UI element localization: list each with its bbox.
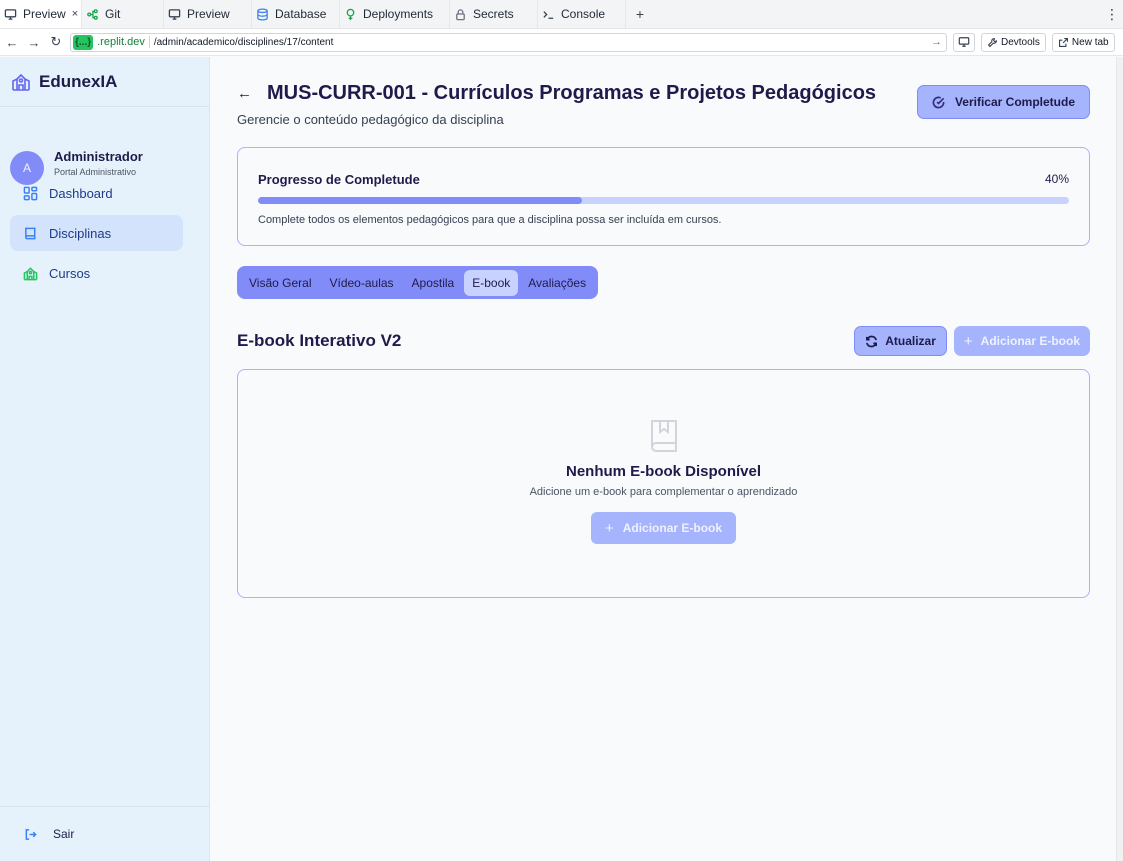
external-link-icon [1058,37,1068,47]
plus-icon: + [963,332,973,350]
lock-icon [456,8,465,20]
sidebar-item-label: Disciplinas [49,225,112,241]
browser-tab-preview-active[interactable]: Preview × [0,0,82,28]
ebook-section-header: E-book Interativo V2 Atualizar + Adicion… [237,326,1090,356]
git-icon [87,8,98,20]
progress-bar-fill [258,197,583,204]
logout-icon [25,828,37,840]
browser-menu-icon[interactable]: ⋮ [1101,0,1123,28]
address-bar: ← → ↻ {...} .replit.dev /admin/academico… [0,29,1123,56]
tab-label: Git [105,7,121,21]
url-domain: .replit.dev [97,36,150,48]
close-icon[interactable]: × [72,8,78,20]
browser-tab-console[interactable]: Console [538,0,626,28]
progress-label: Progresso de Completude [258,172,420,187]
new-tab-plus-icon[interactable]: + [626,0,654,28]
tab-visao-geral[interactable]: Visão Geral [241,270,319,296]
page-title: MUS-CURR-001 - Currículos Programas e Pr… [267,82,877,104]
progress-note: Complete todos os elementos pedagógicos … [258,214,722,226]
empty-state-title: Nenhum E-book Disponível [565,463,761,480]
empty-add-ebook-button[interactable]: + Adicionar E-book [590,512,737,544]
check-circle-icon [932,96,945,108]
forward-nav-icon[interactable]: → [26,35,42,50]
url-path: /admin/academico/disciplines/17/content [153,36,334,48]
user-name: Administrador [54,149,143,164]
domain-badge: {...} [73,34,94,50]
brand-name: EdunexIA [39,71,118,91]
new-tab-label: New tab [1071,36,1109,48]
page-scrollbar[interactable] [1116,57,1123,861]
tab-label: Deployments [363,7,434,21]
go-arrow-icon[interactable]: → [931,36,942,48]
tab-label: Preview [23,7,66,21]
tab-video-aulas[interactable]: Vídeo-aulas [321,270,401,296]
browser-tab-secrets[interactable]: Secrets [450,0,538,28]
tab-label: Preview [187,7,230,21]
page-header: ← MUS-CURR-001 - Currículos Programas e … [237,82,1090,127]
sidebar-nav: Dashboard Disciplinas Cursos [10,175,183,295]
new-tab-button[interactable]: New tab [1051,32,1115,52]
tab-label: Database [275,7,327,21]
book-icon [646,417,682,455]
browser-tab-deployments[interactable]: Deployments [340,0,450,28]
verify-label: Verificar Completude [954,95,1075,109]
database-icon [257,7,268,21]
grid-icon [23,186,38,200]
school-icon [23,266,38,280]
progress-percent: 40% [1044,172,1069,186]
section-title: E-book Interativo V2 [237,331,402,350]
progress-card: Progresso de Completude 40% Complete tod… [237,147,1090,246]
monitor-icon [168,8,181,20]
monitor-icon [4,8,17,20]
plus-icon: + [604,519,614,537]
main-content: ← MUS-CURR-001 - Currículos Programas e … [211,57,1116,861]
device-toggle-button[interactable] [953,32,975,52]
empty-add-ebook-label: Adicionar E-book [622,521,723,535]
wrench-icon [987,37,997,47]
school-icon [12,73,30,91]
refresh-icon [866,335,878,347]
tab-apostila[interactable]: Apostila [404,270,463,296]
add-ebook-button[interactable]: + Adicionar E-book [953,326,1090,356]
sidebar-item-disciplinas[interactable]: Disciplinas [10,215,183,251]
empty-state-card: Nenhum E-book Disponível Adicione um e-b… [237,369,1090,598]
devtools-label: Devtools [1001,36,1040,48]
browser-tab-database[interactable]: Database [252,0,340,28]
back-nav-icon[interactable]: ← [4,35,20,50]
logout-label: Sair [53,827,75,841]
browser-tab-bar: Preview × Git Preview Database Deploymen… [0,0,1123,29]
deploy-icon [346,8,355,20]
verify-completeness-button[interactable]: Verificar Completude [916,85,1090,119]
empty-state-subtitle: Adicione um e-book para complementar o a… [529,486,798,498]
brand[interactable]: EdunexIA [0,57,209,107]
browser-tab-preview[interactable]: Preview [164,0,252,28]
refresh-button[interactable]: Atualizar [854,326,947,356]
reload-icon[interactable]: ↻ [48,34,64,50]
back-arrow-icon[interactable]: ← [237,85,252,102]
sidebar-item-dashboard[interactable]: Dashboard [10,175,183,211]
sidebar-item-cursos[interactable]: Cursos [10,255,183,291]
logout-button[interactable]: Sair [0,806,210,861]
book-icon [25,227,36,239]
tab-label: Console [561,7,606,21]
tab-ebook[interactable]: E-book [464,269,519,296]
tab-avaliacoes[interactable]: Avaliações [520,270,594,296]
content-tabs: Visão Geral Vídeo-aulas Apostila E-book … [237,266,599,299]
add-ebook-label: Adicionar E-book [980,334,1080,348]
progress-bar [258,197,1069,204]
browser-tab-git[interactable]: Git [82,0,164,28]
devtools-button[interactable]: Devtools [981,32,1046,52]
tab-label: Secrets [473,7,514,21]
monitor-icon [958,37,970,47]
sidebar-item-label: Cursos [49,265,91,281]
sidebar: EdunexIA A Administrador Portal Administ… [0,57,210,861]
url-field[interactable]: {...} .replit.dev /admin/academico/disci… [70,32,947,52]
terminal-icon [543,10,554,19]
refresh-label: Atualizar [885,334,936,348]
sidebar-item-label: Dashboard [49,185,113,201]
